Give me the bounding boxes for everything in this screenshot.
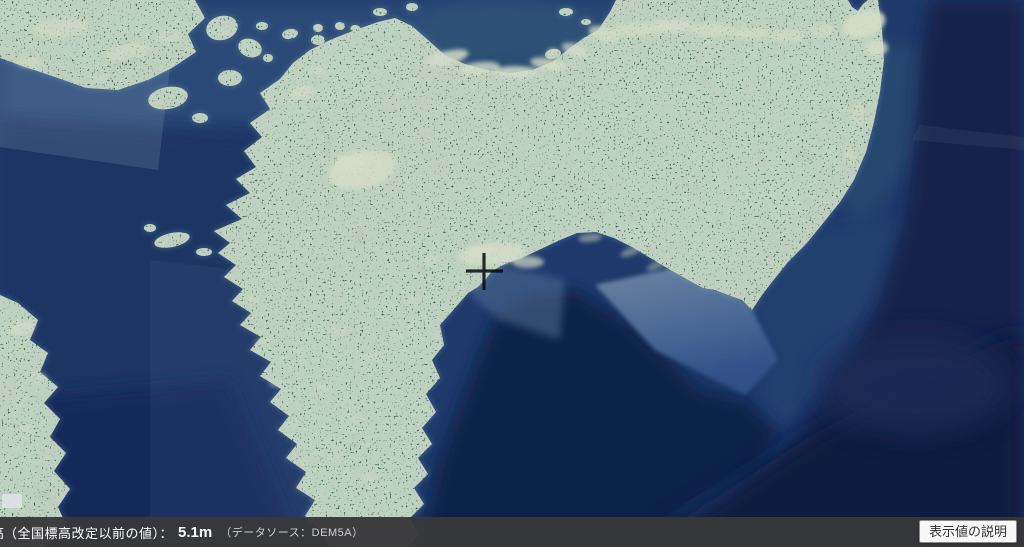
map-control-fragment	[2, 494, 22, 508]
map-satellite-image[interactable]	[0, 0, 1024, 547]
elevation-label: （全国標高改定以前の値）：	[4, 523, 173, 542]
elevation-value: 5.1m	[178, 524, 212, 541]
display-value-help-button[interactable]: 表示値の説明	[919, 520, 1017, 543]
map-viewport: 高 （全国標高改定以前の値）： 5.1m （データソース：DEM5A） 表示値の…	[0, 0, 1024, 547]
status-bar: 高 （全国標高改定以前の値）： 5.1m （データソース：DEM5A）	[0, 517, 1024, 547]
elevation-datasource: （データソース：DEM5A）	[220, 524, 363, 540]
